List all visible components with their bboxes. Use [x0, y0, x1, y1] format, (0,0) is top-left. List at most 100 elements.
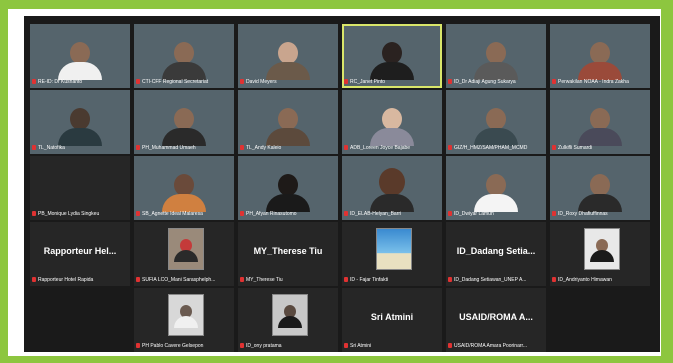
mic-muted-icon	[32, 277, 36, 283]
participant-tile[interactable]: SUFIA LCO_Mani Sarasphelph...	[134, 222, 234, 286]
participant-tile[interactable]: David Meyers	[238, 24, 338, 88]
participant-name: PB_Monique Lydia Singkeu	[38, 211, 100, 217]
participant-name: Sri Atmini	[350, 343, 372, 349]
participant-video	[370, 42, 414, 80]
participant-name: USAID/ROMA Amara Poorinarr...	[454, 343, 528, 349]
participant-tile[interactable]: ID_Dr Adiaji Agung Sukarya	[446, 24, 546, 88]
participant-video	[162, 108, 206, 146]
participant-video	[266, 174, 310, 212]
mic-muted-icon	[240, 145, 244, 151]
participant-tile[interactable]: Sri Atmini Sri Atmini	[342, 288, 442, 352]
participant-tile[interactable]: ADB_Loreen Joyce Bajabe	[342, 90, 442, 154]
mic-muted-icon	[552, 79, 556, 85]
profile-picture	[168, 294, 204, 336]
participant-video	[266, 42, 310, 80]
mic-muted-icon	[32, 211, 36, 217]
participant-name: SB_Agnette Ideal Malaresa	[142, 211, 203, 217]
participant-name: ID_Dadang Setiawan_UNEP A...	[454, 277, 527, 283]
participant-tile[interactable]: TL_Natofika	[30, 90, 130, 154]
participant-tile[interactable]: PH Pablo Cavere Gelsepon	[134, 288, 234, 352]
mic-muted-icon	[136, 211, 140, 217]
profile-picture	[376, 228, 412, 270]
participant-video	[370, 108, 414, 146]
participant-name: ID - Fajar Tinfakti	[350, 277, 389, 283]
mic-muted-icon	[240, 343, 244, 349]
participant-tile[interactable]: ID_Andriyanto Himawan	[550, 222, 650, 286]
participant-video	[162, 42, 206, 80]
participant-tile[interactable]: RE-ID: Dr Kusnanto	[30, 24, 130, 88]
participant-video	[474, 42, 518, 80]
participant-tile[interactable]: ID_ony pratama	[238, 288, 338, 352]
mic-muted-icon	[448, 277, 452, 283]
participant-name: TL_Andy Kaleio	[246, 145, 282, 151]
mic-muted-icon	[344, 343, 348, 349]
mic-muted-icon	[32, 79, 36, 85]
participant-tile[interactable]: SB_Agnette Ideal Malaresa	[134, 156, 234, 220]
mic-muted-icon	[240, 277, 244, 283]
participant-tile[interactable]: ID - Fajar Tinfakti	[342, 222, 442, 286]
participant-name: ID_Dr Adiaji Agung Sukarya	[454, 79, 516, 85]
participant-tile[interactable]: ID_ELAB-Helyan_Barri	[342, 156, 442, 220]
participant-name: ID_Dwiyar Lamun	[454, 211, 494, 217]
participant-tile[interactable]: ID_Roxy Dhafiuffinnas	[550, 156, 650, 220]
participant-tile[interactable]: PH_Afyan Rinasutomo	[238, 156, 338, 220]
participant-name: Perwakilan NOAA - Indra Zakha	[558, 79, 629, 85]
participant-tile[interactable]: Perwakilan NOAA - Indra Zakha	[550, 24, 650, 88]
participant-tile[interactable]: ID_Dwiyar Lamun	[446, 156, 546, 220]
participant-name: RE-ID: Dr Kusnanto	[38, 79, 83, 85]
participant-tile[interactable]: CTI-CFF Regional Secretariat	[134, 24, 234, 88]
participant-tile[interactable]: PB_Monique Lydia Singkeu	[30, 156, 130, 220]
participant-tile[interactable]: TL_Andy Kaleio	[238, 90, 338, 154]
participant-name: ID_ony pratama	[246, 343, 282, 349]
participant-tile-active-speaker[interactable]: RC_Janet Pinto	[342, 24, 442, 88]
participant-video	[58, 42, 102, 80]
participant-tile[interactable]: PH_Muhammad Umaeh	[134, 90, 234, 154]
video-gallery: RE-ID: Dr Kusnanto CTI-CFF Regional Secr…	[24, 16, 660, 352]
profile-picture	[272, 294, 308, 336]
mic-muted-icon	[240, 79, 244, 85]
participant-video	[578, 108, 622, 146]
participant-name: ID_ELAB-Helyan_Barri	[350, 211, 402, 217]
mic-muted-icon	[136, 277, 140, 283]
mic-muted-icon	[344, 277, 348, 283]
participant-video	[578, 174, 622, 212]
participant-name: ADB_Loreen Joyce Bajabe	[350, 145, 411, 151]
mic-muted-icon	[344, 145, 348, 151]
mic-muted-icon	[552, 211, 556, 217]
mic-muted-icon	[136, 79, 140, 85]
mic-muted-icon	[448, 343, 452, 349]
participant-video	[266, 108, 310, 146]
participant-name: PH_Muhammad Umaeh	[142, 145, 196, 151]
participant-name: PH Pablo Cavere Gelsepon	[142, 343, 204, 349]
participant-tile[interactable]: ID_Dadang Setia... ID_Dadang Setiawan_UN…	[446, 222, 546, 286]
participant-tile[interactable]: GIZ/H_HMZ/SAM/PHAM_MCMD	[446, 90, 546, 154]
participant-tile[interactable]: MY_Therese Tiu MY_Therese Tiu	[238, 222, 338, 286]
participant-video	[474, 108, 518, 146]
mic-muted-icon	[240, 211, 244, 217]
participant-name: TL_Natofika	[38, 145, 65, 151]
participant-name: PH_Afyan Rinasutomo	[246, 211, 297, 217]
profile-picture	[584, 228, 620, 270]
participant-video	[58, 108, 102, 146]
participant-name: RC_Janet Pinto	[350, 79, 386, 85]
participant-display-name: MY_Therese Tiu	[253, 246, 323, 256]
participant-tile[interactable]: USAID/ROMA A... USAID/ROMA Amara Poorina…	[446, 288, 546, 352]
participant-tile[interactable]: Rapporteur Hel... Rapporteur Hotel Rapid…	[30, 222, 130, 286]
mic-muted-icon	[344, 79, 348, 85]
participant-video	[578, 42, 622, 80]
participant-name: ID_Andriyanto Himawan	[558, 277, 612, 283]
participant-name: Rapporteur Hotel Rapida	[38, 277, 94, 283]
participant-video	[370, 168, 414, 212]
participant-tile[interactable]: Zulkifli Sumardi	[550, 90, 650, 154]
mic-muted-icon	[552, 145, 556, 151]
mic-muted-icon	[552, 277, 556, 283]
profile-picture	[168, 228, 204, 270]
participant-name: SUFIA LCO_Mani Sarasphelph...	[142, 277, 216, 283]
mic-muted-icon	[136, 145, 140, 151]
participant-name: David Meyers	[246, 79, 277, 85]
participant-name: ID_Roxy Dhafiuffinnas	[558, 211, 608, 217]
mic-muted-icon	[344, 211, 348, 217]
mic-muted-icon	[448, 211, 452, 217]
participant-name: Zulkifli Sumardi	[558, 145, 593, 151]
participant-video	[474, 174, 518, 212]
